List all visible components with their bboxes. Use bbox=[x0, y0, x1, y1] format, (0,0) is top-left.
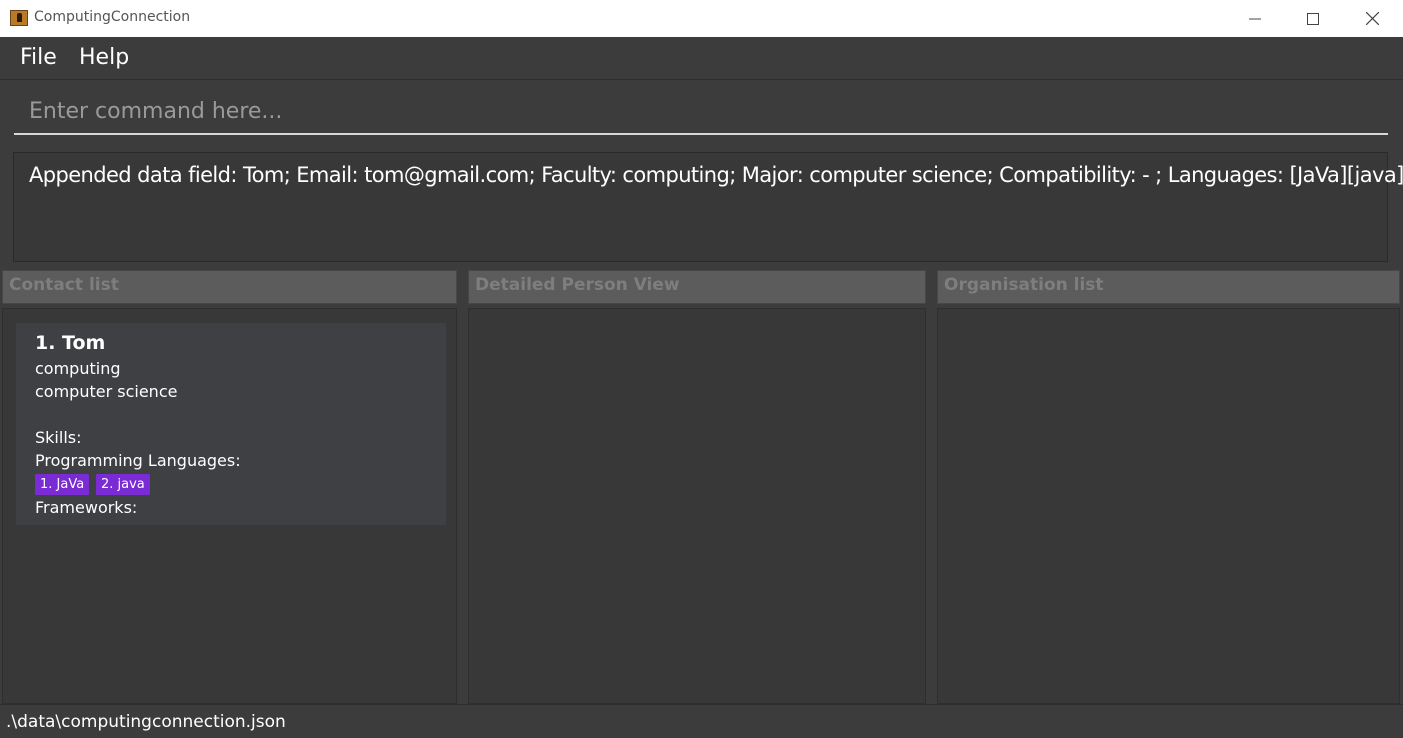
menu-bar: File Help bbox=[0, 37, 1403, 80]
frameworks-label: Frameworks: bbox=[35, 498, 138, 517]
contact-list-title: Contact list bbox=[9, 275, 119, 295]
close-icon bbox=[1365, 12, 1379, 25]
list-item[interactable]: 1. Tom computing computer science Skills… bbox=[16, 323, 446, 525]
minimize-button[interactable] bbox=[1226, 0, 1284, 37]
contact-list-panel: Contact list 1. Tom computing computer s… bbox=[0, 270, 459, 704]
contact-book-icon bbox=[10, 10, 28, 26]
save-file-path: .\data\computingconnection.json bbox=[6, 712, 286, 732]
status-bar: .\data\computingconnection.json bbox=[0, 704, 1403, 738]
result-display[interactable]: Appended data field: Tom; Email: tom@gma… bbox=[13, 152, 1403, 262]
contact-name: 1. Tom bbox=[35, 332, 106, 354]
window-title: ComputingConnection bbox=[34, 9, 191, 25]
command-input[interactable]: Enter command here... bbox=[14, 89, 1388, 135]
command-placeholder: Enter command here... bbox=[29, 99, 283, 124]
language-tag: 1. JaVa bbox=[35, 474, 90, 495]
result-text: Appended data field: Tom; Email: tom@gma… bbox=[29, 163, 1403, 187]
organisation-list-header: Organisation list bbox=[937, 270, 1400, 304]
app-window: File Help Enter command here... Appended… bbox=[0, 37, 1403, 738]
detail-view-title: Detailed Person View bbox=[475, 275, 680, 295]
languages-label: Programming Languages: bbox=[35, 451, 241, 470]
contact-faculty: computing bbox=[35, 359, 121, 378]
close-button[interactable] bbox=[1343, 0, 1401, 37]
language-tag: 2. java bbox=[96, 474, 150, 495]
minimize-icon bbox=[1249, 18, 1261, 19]
maximize-icon bbox=[1307, 12, 1319, 25]
title-bar: ComputingConnection bbox=[0, 0, 1403, 37]
maximize-button[interactable] bbox=[1284, 0, 1342, 37]
organisation-list-panel: Organisation list bbox=[928, 270, 1403, 704]
detail-view-panel: Detailed Person View bbox=[459, 270, 928, 704]
organisation-list[interactable] bbox=[937, 308, 1400, 704]
skills-label: Skills: bbox=[35, 428, 82, 447]
detail-view[interactable] bbox=[468, 308, 926, 704]
contact-major: computer science bbox=[35, 382, 178, 401]
organisation-list-title: Organisation list bbox=[944, 275, 1104, 295]
detail-view-header: Detailed Person View bbox=[468, 270, 926, 304]
contact-list[interactable]: 1. Tom computing computer science Skills… bbox=[2, 308, 457, 704]
command-box: Enter command here... bbox=[0, 81, 1403, 146]
contact-list-header: Contact list bbox=[2, 270, 457, 304]
menu-file[interactable]: File bbox=[20, 45, 57, 70]
menu-help[interactable]: Help bbox=[79, 45, 129, 70]
